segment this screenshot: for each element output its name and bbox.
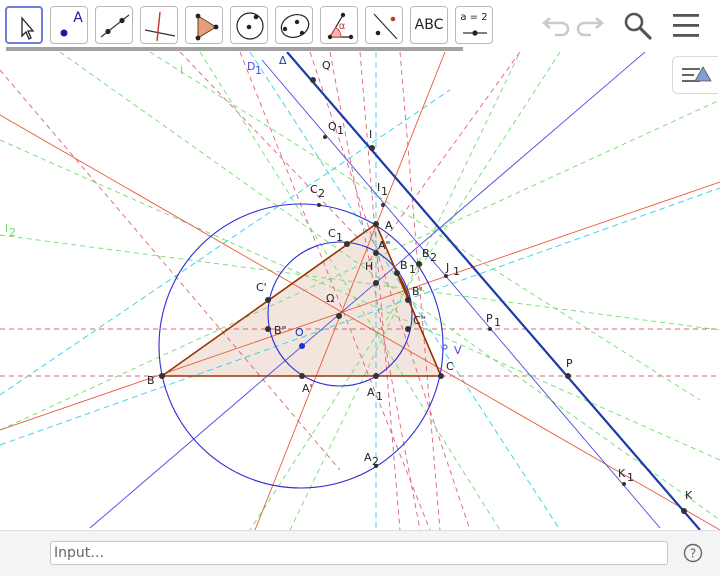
label-cdbl: C" [413, 314, 426, 327]
label-l2: l [5, 222, 8, 235]
search-icon [624, 12, 652, 40]
point-v [442, 344, 448, 350]
label-c1-sub: 1 [336, 231, 343, 244]
label-d1-sub: 1 [255, 64, 262, 77]
circle-tool[interactable] [230, 6, 268, 44]
redo-button[interactable] [576, 10, 608, 42]
line-icon [100, 14, 130, 38]
label-k1: K [618, 467, 626, 480]
label-q1-sub: 1 [337, 124, 344, 137]
move-icon [21, 16, 35, 40]
label-a2: A [364, 451, 372, 464]
label-cprime: C' [256, 281, 267, 294]
ellipse-icon [280, 14, 310, 38]
menu-icon [673, 14, 699, 37]
label-aprime: A' [302, 382, 313, 395]
perpendicular-line-icon [144, 11, 176, 42]
label-a1: A [367, 386, 375, 399]
label-c2-sub: 2 [318, 187, 325, 200]
search-button[interactable] [622, 10, 654, 42]
label-l1: l [180, 64, 183, 77]
label-q1: Q [328, 120, 337, 133]
label-i: I [369, 128, 372, 141]
label-k: K [685, 489, 693, 502]
label-p1: P [486, 312, 493, 325]
label-k1-sub: 1 [627, 471, 634, 484]
label-bdbl: B" [274, 324, 287, 337]
conic-tool[interactable] [275, 6, 313, 44]
point-o [299, 343, 305, 349]
reflect-tool[interactable] [365, 6, 403, 44]
label-delta: Δ [279, 54, 287, 67]
label-c2: C [310, 183, 318, 196]
toolbar-divider [6, 47, 463, 51]
label-a: A [385, 219, 393, 232]
toolbar: A α ABC a = 2 [0, 0, 720, 52]
graphics-view[interactable]: A B C A' A 1 A 2 A" B 1 B 2 B' B" C 1 C … [0, 52, 720, 530]
label-b2: B [422, 247, 430, 260]
polygon-icon [195, 13, 219, 41]
label-c: C [446, 360, 454, 373]
label-omega: Ω [326, 292, 334, 305]
line-tool[interactable] [95, 6, 133, 44]
style-bar-icon [682, 66, 712, 82]
slider-tool[interactable]: a = 2 [455, 6, 493, 44]
redo-icon [576, 17, 605, 37]
label-j1: J [445, 261, 449, 274]
label-l2-sub: 2 [9, 226, 16, 239]
undo-icon [541, 17, 570, 37]
input-bar: ? [0, 530, 720, 576]
point-tool-label: A [73, 10, 83, 26]
construction-drawing: A B C A' A 1 A 2 A" B 1 B 2 B' B" C 1 C … [0, 52, 720, 530]
polygon-tool[interactable] [185, 6, 223, 44]
label-q: Q [322, 59, 331, 72]
label-a2-sub: 2 [372, 455, 379, 468]
style-bar-toggle[interactable] [672, 56, 718, 94]
label-adbl: A" [378, 239, 391, 252]
label-c1: C [328, 227, 336, 240]
label-a1-sub: 1 [376, 390, 383, 403]
reflect-icon [373, 13, 398, 40]
label-bprime: B' [412, 285, 423, 298]
angle-tool[interactable]: α [320, 6, 358, 44]
label-j1-sub: 1 [453, 265, 460, 278]
perpendicular-line-tool[interactable] [140, 6, 178, 44]
move-tool[interactable] [5, 6, 43, 44]
point-tool[interactable]: A [50, 6, 88, 44]
label-o: O [295, 326, 304, 339]
circle-center-icon [236, 12, 264, 40]
triangle-fill [162, 224, 441, 376]
label-p: P [566, 357, 573, 370]
angle-tool-label: α [338, 21, 346, 32]
text-tool-label: ABC [414, 17, 444, 33]
slider-icon [463, 30, 487, 36]
label-i1-sub: 1 [381, 185, 388, 198]
label-b1-sub: 1 [409, 263, 416, 276]
undo-button[interactable] [538, 10, 570, 42]
algebra-input[interactable] [50, 541, 668, 565]
help-label: ? [690, 547, 696, 561]
label-b2-sub: 2 [430, 251, 437, 264]
menu-button[interactable] [671, 10, 703, 42]
label-i1: I [377, 181, 380, 194]
label-b: B [147, 374, 155, 387]
label-p1-sub: 1 [494, 316, 501, 329]
points [159, 77, 687, 514]
help-icon[interactable]: ? [683, 543, 703, 563]
label-b1: B [400, 259, 408, 272]
text-tool[interactable]: ABC [410, 6, 448, 44]
label-v: V [454, 344, 462, 357]
label-h: H [365, 260, 373, 273]
